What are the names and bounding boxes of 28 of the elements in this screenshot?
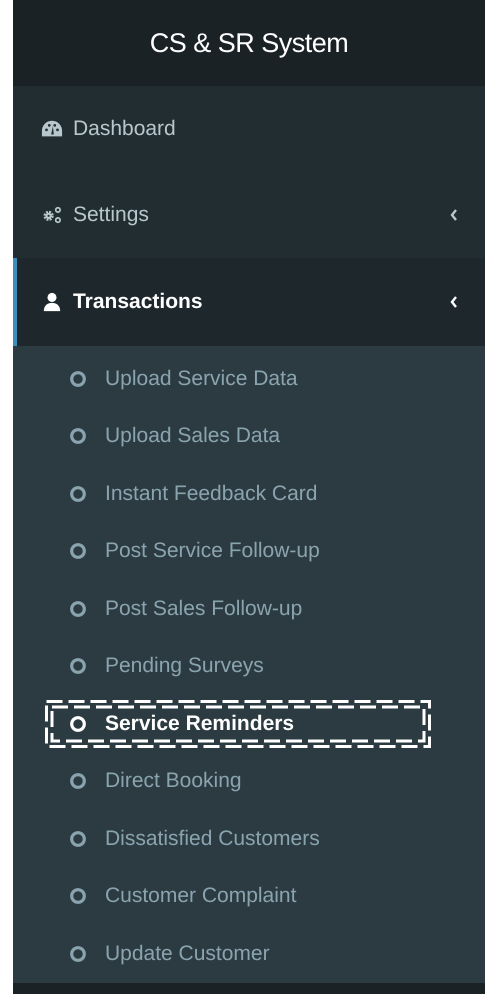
- submenu-item[interactable]: Customer Complaint: [69, 884, 296, 908]
- circle-icon: [69, 427, 87, 446]
- app-title: CS & SR System: [150, 28, 348, 58]
- circle-icon: [69, 772, 87, 790]
- menu-item[interactable]: Settings: [13, 172, 485, 258]
- gears-icon: [41, 205, 63, 225]
- submenu-item[interactable]: Dissatisfied Customers: [69, 826, 320, 851]
- dashboard-icon: [41, 119, 63, 139]
- circle-icon: [69, 887, 87, 906]
- submenu-item[interactable]: Upload Sales Data: [69, 424, 280, 448]
- submenu-item[interactable]: Post Service Follow-up: [69, 539, 320, 564]
- circle-icon: [69, 484, 87, 503]
- circle-icon: [69, 600, 87, 618]
- submenu-item[interactable]: Post Sales Follow-up: [69, 596, 302, 621]
- circle-icon: [69, 830, 87, 848]
- menu-item[interactable]: Dashboard: [13, 86, 485, 172]
- circle-icon: [69, 944, 87, 963]
- circle-icon: [69, 542, 87, 560]
- submenu-item[interactable]: Upload Service Data: [69, 366, 298, 391]
- user-icon: [41, 292, 63, 312]
- submenu-item[interactable]: Direct Booking: [69, 769, 242, 794]
- circle-icon: [69, 714, 87, 733]
- menu-item[interactable]: Transactions: [13, 258, 485, 346]
- circle-icon: [69, 657, 87, 676]
- submenu-item[interactable]: Update Customer: [69, 942, 270, 966]
- submenu-item[interactable]: Instant Feedback Card: [69, 482, 318, 506]
- circle-icon: [69, 370, 87, 388]
- submenu-item[interactable]: Pending Surveys: [69, 654, 264, 678]
